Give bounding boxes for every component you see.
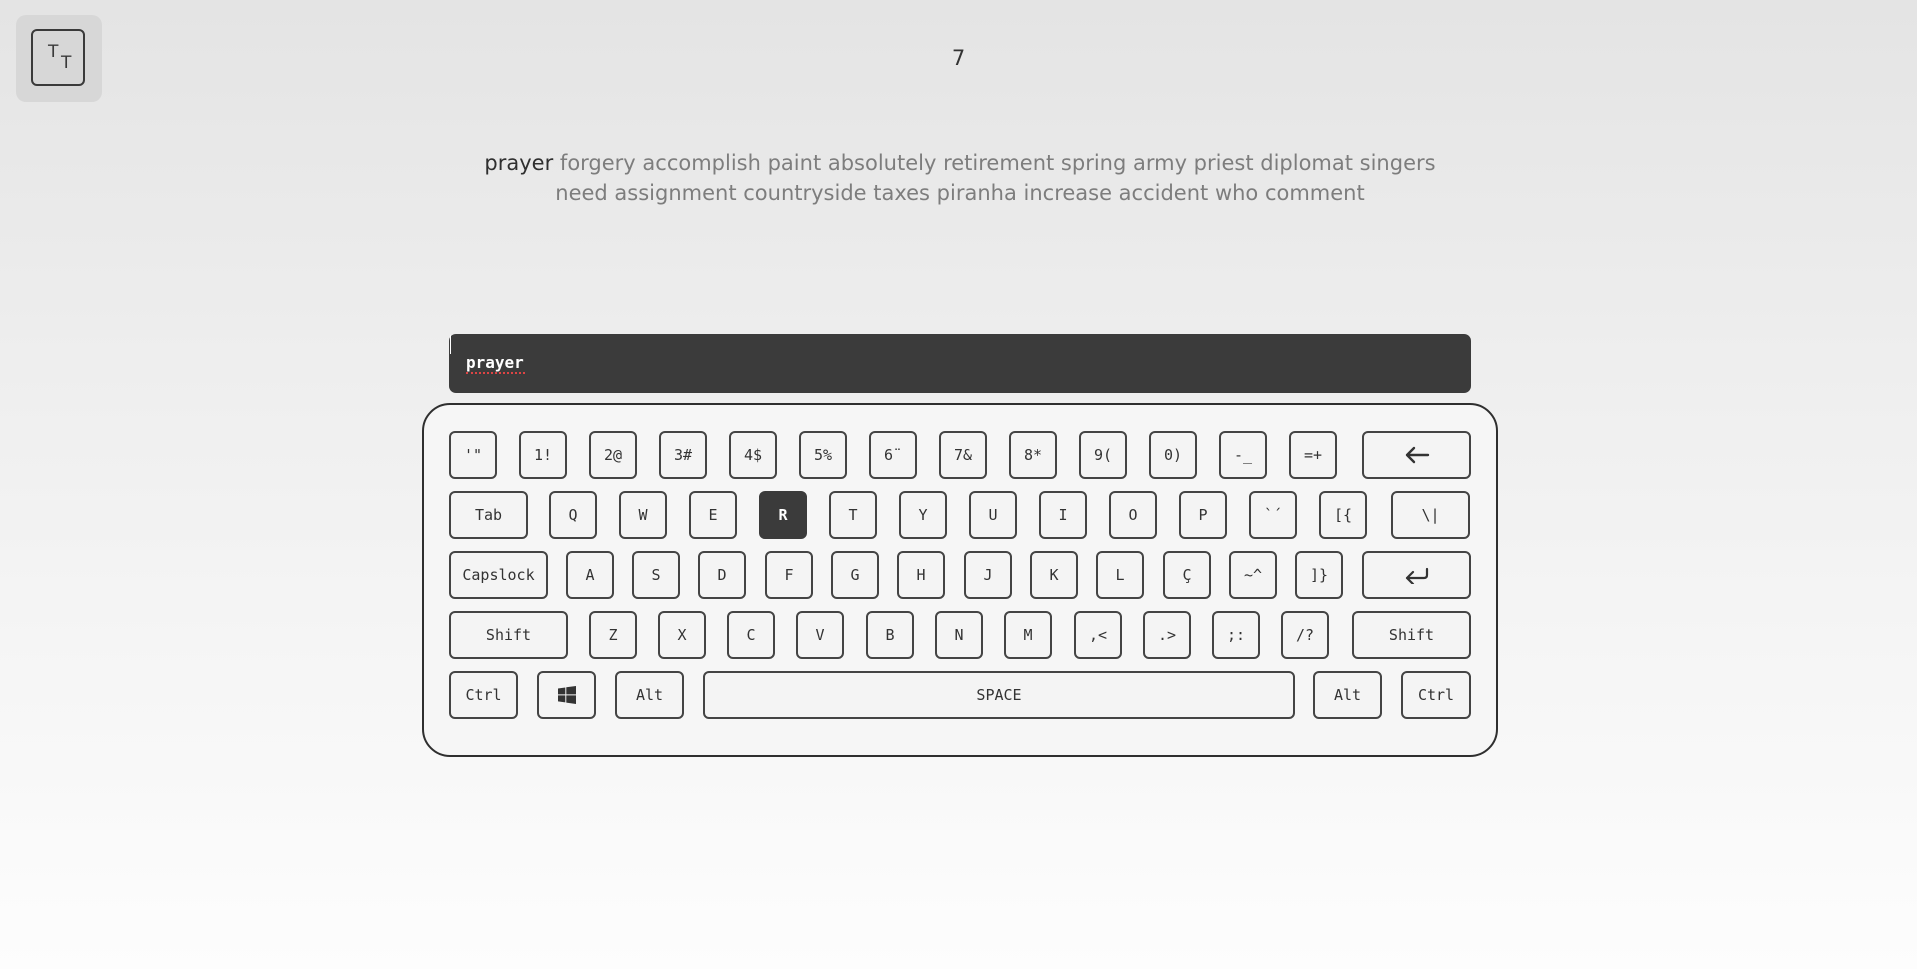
key[interactable]: D (698, 551, 746, 599)
timer-counter: 7 (951, 46, 966, 70)
key[interactable]: S (632, 551, 680, 599)
key[interactable]: V (796, 611, 844, 659)
space-key[interactable]: SPACE (703, 671, 1295, 719)
key[interactable]: ;: (1212, 611, 1260, 659)
key[interactable]: Y (899, 491, 947, 539)
typing-input-value: prayer (466, 353, 525, 374)
key[interactable]: 3# (659, 431, 707, 479)
capslock-key[interactable]: Capslock (449, 551, 548, 599)
key[interactable]: U (969, 491, 1017, 539)
key[interactable]: Ç (1163, 551, 1211, 599)
key[interactable]: 9( (1079, 431, 1127, 479)
key[interactable]: T (829, 491, 877, 539)
key[interactable]: Q (549, 491, 597, 539)
ctrl-right-key[interactable]: Ctrl (1401, 671, 1471, 719)
arrow-left-icon (1405, 446, 1429, 464)
alt-left-key[interactable]: Alt (615, 671, 684, 719)
virtual-keyboard: '" 1! 2@ 3# 4$ 5% 6¨ 7& 8* 9( 0) -_ =+ T… (422, 403, 1498, 757)
shift-right-key[interactable]: Shift (1352, 611, 1471, 659)
key[interactable]: A (566, 551, 614, 599)
key[interactable]: L (1096, 551, 1144, 599)
key[interactable]: K (1030, 551, 1078, 599)
key[interactable]: ~^ (1229, 551, 1277, 599)
key-active[interactable]: R (759, 491, 807, 539)
key[interactable]: .> (1143, 611, 1191, 659)
key[interactable]: W (619, 491, 667, 539)
key[interactable]: G (831, 551, 879, 599)
enter-return-icon (1405, 567, 1428, 584)
key[interactable]: 8* (1009, 431, 1057, 479)
key[interactable]: '" (449, 431, 497, 479)
key[interactable]: H (897, 551, 945, 599)
backspace-key[interactable] (1362, 431, 1471, 479)
upcoming-words: forgery accomplish paint absolutely reti… (555, 151, 1436, 205)
key[interactable]: I (1039, 491, 1087, 539)
windows-icon (557, 686, 576, 704)
key[interactable]: 1! (519, 431, 567, 479)
key[interactable]: X (658, 611, 706, 659)
key[interactable]: -_ (1219, 431, 1267, 479)
key[interactable]: B (866, 611, 914, 659)
current-word: prayer (484, 151, 554, 175)
key[interactable]: O (1109, 491, 1157, 539)
key[interactable]: 6¨ (869, 431, 917, 479)
shift-left-key[interactable]: Shift (449, 611, 568, 659)
key[interactable]: `´ (1249, 491, 1297, 539)
key[interactable]: 2@ (589, 431, 637, 479)
key[interactable]: 5% (799, 431, 847, 479)
typing-input[interactable]: prayer (449, 334, 1471, 393)
key[interactable]: F (765, 551, 813, 599)
ctrl-left-key[interactable]: Ctrl (449, 671, 518, 719)
enter-key[interactable] (1362, 551, 1471, 599)
key[interactable]: 7& (939, 431, 987, 479)
key[interactable]: P (1179, 491, 1227, 539)
tab-key[interactable]: Tab (449, 491, 528, 539)
key[interactable]: M (1004, 611, 1052, 659)
key[interactable]: /? (1281, 611, 1329, 659)
key[interactable]: 0) (1149, 431, 1197, 479)
key[interactable]: N (935, 611, 983, 659)
key[interactable]: 4$ (729, 431, 777, 479)
alt-right-key[interactable]: Alt (1313, 671, 1382, 719)
key[interactable]: Z (589, 611, 637, 659)
key[interactable]: C (727, 611, 775, 659)
key[interactable]: [{ (1319, 491, 1367, 539)
key[interactable]: E (689, 491, 737, 539)
key[interactable]: \| (1391, 491, 1470, 539)
key[interactable]: ,< (1074, 611, 1122, 659)
windows-key[interactable] (537, 671, 596, 719)
key[interactable]: =+ (1289, 431, 1337, 479)
text-caret (450, 335, 451, 354)
word-prompt: prayer forgery accomplish paint absolute… (470, 148, 1450, 208)
key[interactable]: ]} (1295, 551, 1343, 599)
key[interactable]: J (964, 551, 1012, 599)
